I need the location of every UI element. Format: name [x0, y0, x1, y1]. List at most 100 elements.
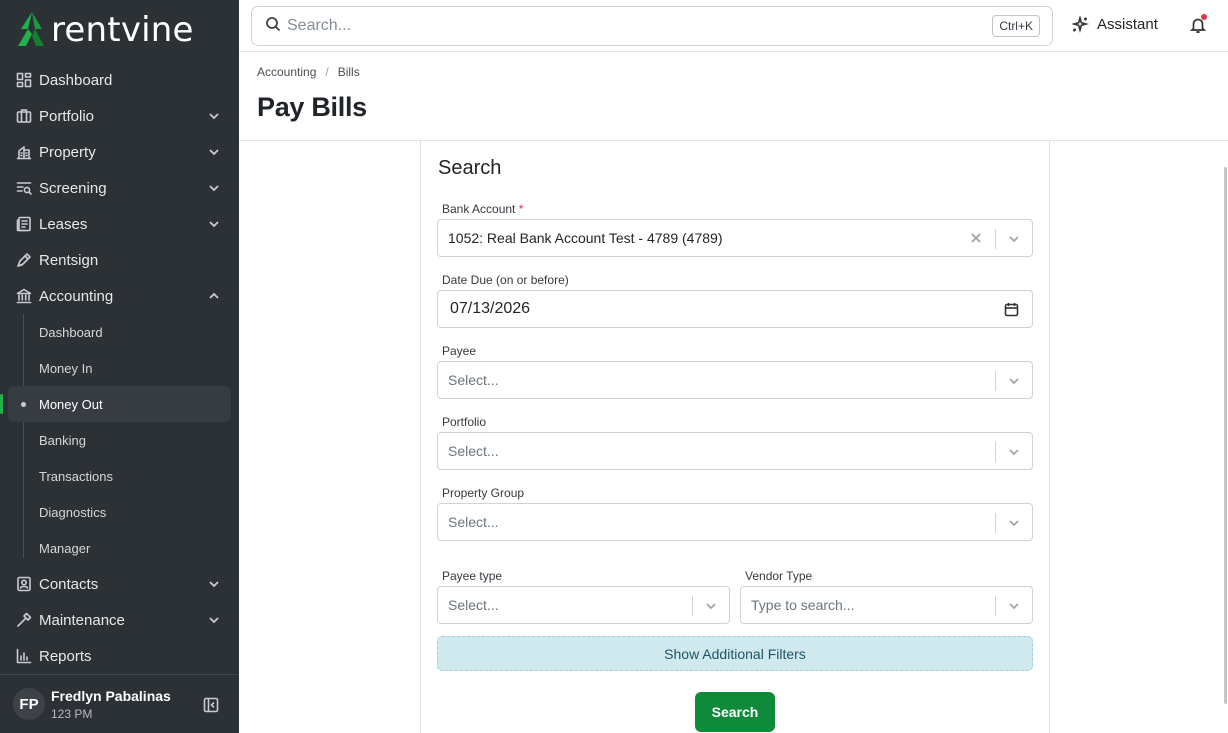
- chevron-down-icon: [207, 217, 221, 231]
- chevron-down-icon[interactable]: [1006, 373, 1022, 389]
- sidebar-item-label: Contacts: [39, 575, 99, 593]
- sidebar-item-dashboard[interactable]: Dashboard: [0, 62, 239, 98]
- sidebar-item-contacts[interactable]: Contacts: [0, 566, 239, 602]
- card-title: Search: [438, 157, 502, 179]
- rentsign-icon: [15, 252, 32, 269]
- vendor-type-label: Vendor Type: [745, 569, 813, 583]
- sidebar-subitem-dashboard[interactable]: Dashboard: [0, 314, 239, 350]
- select-divider: [995, 596, 996, 616]
- sidebar-item-label: Reports: [39, 647, 92, 665]
- sidebar-subitem-money-out[interactable]: Money Out: [0, 386, 231, 422]
- bank-account-value: 1052: Real Bank Account Test - 4789 (478…: [448, 230, 723, 246]
- sidebar-subitem-diagnostics[interactable]: Diagnostics: [0, 494, 239, 530]
- property-icon: [15, 144, 32, 161]
- sidebar-item-property[interactable]: Property: [0, 134, 239, 170]
- shortcut-badge: Ctrl+K: [992, 15, 1040, 37]
- page-scrollbar[interactable]: [1224, 167, 1227, 704]
- dashboard-icon: [15, 72, 32, 89]
- bank-account-label-text: Bank Account: [442, 202, 516, 216]
- user-info: Fredlyn Pabalinas 123 PM: [51, 688, 171, 721]
- chevron-down-icon[interactable]: [703, 598, 719, 614]
- payee-type-select[interactable]: Select...: [437, 586, 730, 624]
- screening-icon: [15, 180, 32, 197]
- sidebar-subitem-banking[interactable]: Banking: [0, 422, 239, 458]
- chevron-down-icon: [207, 181, 221, 195]
- sidebar-item-accounting[interactable]: Accounting: [0, 278, 239, 314]
- search-icon: [265, 16, 281, 37]
- breadcrumb-accounting[interactable]: Accounting: [257, 65, 316, 79]
- sidebar-item-portfolio[interactable]: Portfolio: [0, 98, 239, 134]
- assistant-button[interactable]: Assistant: [1072, 16, 1158, 33]
- date-due-label: Date Due (on or before): [442, 273, 569, 287]
- clear-icon[interactable]: [969, 231, 985, 247]
- payee-select[interactable]: Select...: [437, 361, 1033, 399]
- sidebar-item-label: Portfolio: [39, 107, 95, 125]
- sidebar-item-maintenance[interactable]: Maintenance: [0, 602, 239, 638]
- user-name: Fredlyn Pabalinas: [51, 687, 171, 704]
- sidebar-item-label: Screening: [39, 179, 107, 197]
- chevron-down-icon: [207, 109, 221, 123]
- breadcrumb-separator: /: [325, 65, 329, 79]
- chevron-down-icon: [207, 577, 221, 591]
- property-group-select[interactable]: Select...: [437, 503, 1033, 541]
- payee-label: Payee: [442, 344, 477, 358]
- vendor-type-placeholder: Type to search...: [751, 597, 855, 613]
- topbar: Ctrl+K Assistant: [239, 0, 1228, 52]
- chevron-down-icon[interactable]: [1006, 598, 1022, 614]
- date-due-input[interactable]: 07/13/2026: [437, 290, 1033, 328]
- notification-dot: [1201, 14, 1207, 20]
- select-divider: [995, 513, 996, 533]
- user-time: 123 PM: [51, 706, 93, 721]
- sidebar-item-leases[interactable]: Leases: [0, 206, 239, 242]
- sidebar-subitem-money-in[interactable]: Money In: [0, 350, 239, 386]
- accounting-icon: [15, 288, 32, 305]
- select-divider: [995, 229, 996, 249]
- collapse-sidebar-icon[interactable]: [203, 697, 219, 713]
- required-mark: *: [518, 202, 524, 216]
- chevron-down-icon: [207, 145, 221, 159]
- page-title: Pay Bills: [257, 92, 367, 122]
- sidebar-item-label: Maintenance: [39, 611, 125, 629]
- search-input[interactable]: [287, 17, 947, 35]
- bank-account-select[interactable]: 1052: Real Bank Account Test - 4789 (478…: [437, 219, 1033, 257]
- chevron-down-icon[interactable]: [1006, 231, 1022, 247]
- sidebar-item-screening[interactable]: Screening: [0, 170, 239, 206]
- rentvine-logo[interactable]: rentvine: [18, 10, 194, 50]
- payee-type-label: Payee type: [442, 569, 503, 583]
- calendar-icon[interactable]: [1004, 302, 1020, 318]
- page-header: Accounting / Bills Pay Bills: [239, 52, 1228, 141]
- vendor-type-select[interactable]: Type to search...: [740, 586, 1033, 624]
- payee-placeholder: Select...: [448, 372, 499, 388]
- select-divider: [995, 442, 996, 462]
- contacts-icon: [15, 576, 32, 593]
- sidebar-subitem-transactions[interactable]: Transactions: [0, 458, 239, 494]
- sidebar-item-reports[interactable]: Reports: [0, 638, 239, 674]
- maintenance-icon: [15, 612, 32, 629]
- chevron-down-icon[interactable]: [1006, 444, 1022, 460]
- sidebar-item-rentsign[interactable]: Rentsign: [0, 242, 239, 278]
- search-card: Search Bank Account * 1052: Real Bank Ac…: [420, 141, 1050, 733]
- portfolio-select[interactable]: Select...: [437, 432, 1033, 470]
- show-additional-filters-button[interactable]: Show Additional Filters: [437, 636, 1033, 671]
- avatar: FP: [13, 688, 45, 720]
- portfolio-icon: [15, 108, 32, 125]
- search-button[interactable]: Search: [695, 692, 775, 732]
- payee-type-placeholder: Select...: [448, 597, 499, 613]
- sidebar-nav: Dashboard Portfolio Property Screening L…: [0, 62, 239, 674]
- user-profile[interactable]: FP Fredlyn Pabalinas 123 PM: [0, 674, 239, 733]
- leases-icon: [15, 216, 32, 233]
- chevron-down-icon: [207, 613, 221, 627]
- assistant-label: Assistant: [1097, 16, 1158, 33]
- sparkle-icon: [1072, 16, 1089, 33]
- breadcrumb-bills[interactable]: Bills: [338, 65, 360, 79]
- chevron-up-icon: [207, 289, 221, 303]
- global-search[interactable]: Ctrl+K: [251, 6, 1053, 46]
- select-divider: [692, 596, 693, 616]
- rentvine-logo-icon: [18, 12, 44, 46]
- sidebar-item-label: Leases: [39, 215, 88, 233]
- notifications-button[interactable]: [1189, 14, 1208, 35]
- chevron-down-icon[interactable]: [1006, 515, 1022, 531]
- sidebar-subitem-manager[interactable]: Manager: [0, 530, 239, 566]
- property-group-placeholder: Select...: [448, 514, 499, 530]
- reports-icon: [15, 648, 32, 665]
